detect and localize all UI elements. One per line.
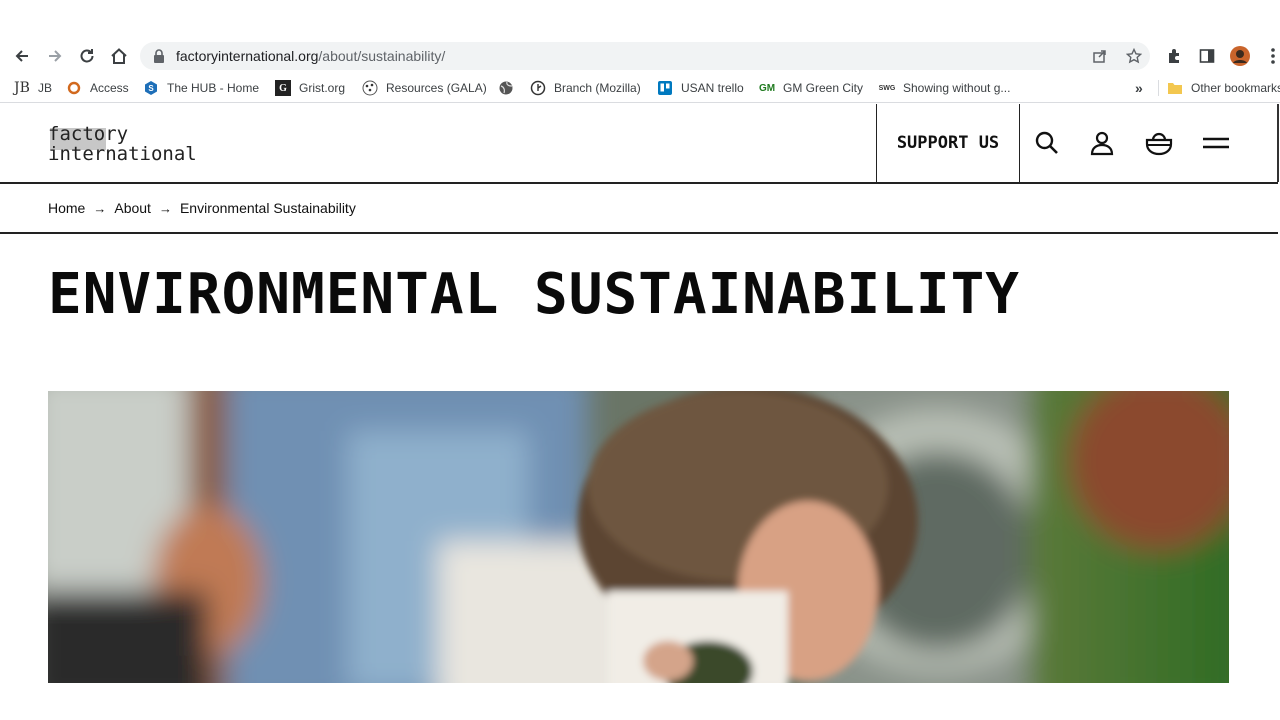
side-panel-icon[interactable] [1195, 44, 1219, 68]
browser-menu-icon[interactable] [1261, 44, 1280, 68]
back-arrow-icon [15, 50, 28, 62]
bookmark-label: JB [38, 81, 53, 95]
bookmark-swg[interactable]: SWG Showing without g... [878, 79, 1011, 97]
share-icon[interactable] [1090, 46, 1110, 66]
bookmark-grist[interactable]: G Grist.org [275, 79, 345, 97]
home-button[interactable] [107, 44, 131, 68]
bookmark-gala[interactable]: Resources (GALA) [362, 79, 487, 97]
profile-avatar-icon[interactable] [1228, 44, 1252, 68]
url-text[interactable]: factoryinternational.org/about/sustainab… [176, 48, 445, 64]
bookmark-label: Access [90, 81, 129, 95]
svg-text:S: S [148, 84, 154, 93]
reload-button[interactable] [75, 44, 99, 68]
support-us-button[interactable]: SUPPORT US [877, 104, 1019, 182]
hero-photo-illustration [48, 391, 1229, 683]
url-path: /about/sustainability/ [318, 48, 446, 64]
branch-icon [530, 80, 546, 96]
bookmark-access[interactable]: Access [66, 79, 129, 97]
breadcrumb-home[interactable]: Home [48, 200, 85, 216]
grist-icon: G [275, 80, 291, 96]
logo-text: factory international [48, 124, 197, 164]
trello-icon [657, 80, 673, 96]
other-bookmarks[interactable]: Other bookmarks [1167, 79, 1280, 97]
logo-line-2: international [48, 143, 197, 165]
bookmark-label: The HUB - Home [167, 81, 260, 95]
lock-icon[interactable] [152, 48, 166, 69]
bookmarks-overflow[interactable]: » [1135, 79, 1143, 97]
site-header: factory international SUPPORT US [0, 104, 1278, 184]
account-icon[interactable] [1088, 129, 1116, 157]
swg-icon: SWG [878, 84, 896, 92]
hero-image [48, 391, 1229, 683]
extensions-puzzle-icon[interactable] [1163, 44, 1187, 68]
folder-icon [1167, 80, 1183, 96]
basket-icon[interactable] [1145, 129, 1173, 157]
bookmark-label: GM Green City [783, 81, 864, 95]
bookmark-label: Branch (Mozilla) [554, 81, 641, 95]
bookmark-label: Resources (GALA) [386, 81, 487, 95]
forward-button[interactable] [43, 44, 67, 68]
arrow-right-icon: → [158, 200, 172, 216]
hamburger-menu-icon[interactable] [1202, 129, 1230, 157]
bookmark-hub[interactable]: S The HUB - Home [143, 79, 259, 97]
address-bar[interactable]: factoryinternational.org/about/sustainab… [140, 42, 1150, 70]
breadcrumb: Home → About → Environmental Sustainabil… [0, 184, 1278, 234]
gm-icon: GM [758, 82, 776, 94]
bookmark-gm-green-city[interactable]: GM GM Green City [759, 79, 863, 97]
bookmark-label: Grist.org [299, 81, 346, 95]
header-divider-right [1019, 104, 1020, 182]
page-title: ENVIRONMENTAL SUSTAINABILITY [48, 262, 1021, 327]
breadcrumb-about[interactable]: About [114, 200, 151, 216]
reload-icon [80, 49, 94, 63]
bookmark-jb[interactable]: JB JB [14, 79, 52, 97]
page-scroll-edge [1277, 104, 1279, 182]
search-icon[interactable] [1033, 129, 1061, 157]
overflow-chevron-icon: » [1135, 80, 1143, 96]
hub-icon: S [143, 80, 159, 96]
arrow-right-icon: → [93, 200, 107, 216]
jb-icon: JB [14, 80, 30, 96]
globe-icon [498, 80, 514, 96]
factory-international-logo[interactable]: factory international [48, 124, 228, 166]
logo-line-1: factory [48, 123, 129, 145]
bookmarks-bar: JB JB Access S The HUB - Home G Grist.or… [0, 74, 1280, 103]
forward-arrow-icon [49, 50, 62, 62]
back-button[interactable] [10, 44, 34, 68]
bookmarks-divider [1158, 80, 1159, 96]
bookmark-star-icon[interactable] [1124, 46, 1144, 66]
breadcrumb-current: Environmental Sustainability [179, 200, 356, 216]
other-bookmarks-label: Other bookmarks [1191, 81, 1280, 95]
browser-tab-strip [0, 0, 1280, 38]
bookmark-trello[interactable]: USAN trello [657, 79, 744, 97]
bookmark-globe[interactable] [498, 79, 522, 97]
url-domain: factoryinternational.org [176, 48, 319, 64]
bookmark-label: Showing without g... [903, 81, 1011, 95]
access-icon [66, 80, 82, 96]
bookmark-branch[interactable]: Branch (Mozilla) [530, 79, 641, 97]
bookmark-label: USAN trello [681, 81, 744, 95]
home-icon [111, 48, 127, 64]
gala-icon [362, 80, 378, 96]
